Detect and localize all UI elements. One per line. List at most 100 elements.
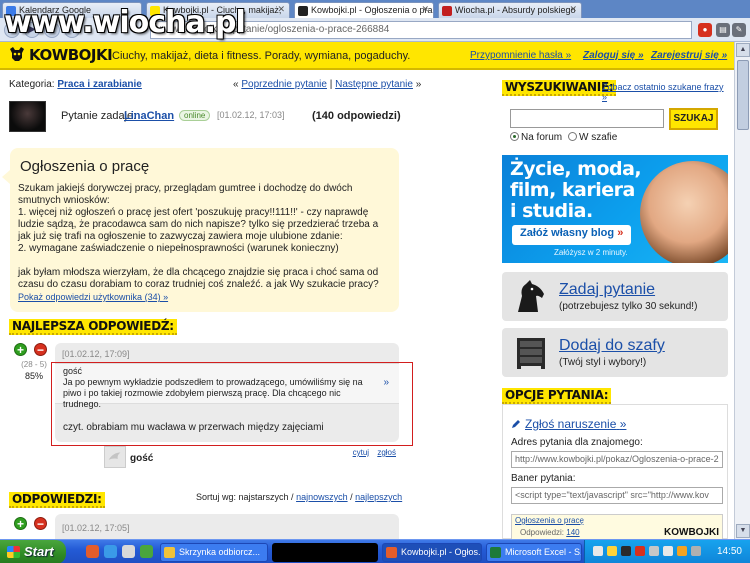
wrench-icon[interactable]: ✎ [732, 23, 746, 37]
browser-tab-question[interactable]: Kowbojki.pl - Ogłoszenia o pra ✕ [294, 2, 434, 18]
adblock-icon[interactable]: ● [698, 23, 712, 37]
taskbar-item-mail[interactable]: Skrzynka odbiorcz... [160, 543, 268, 562]
ask-question-link[interactable]: Zadaj pytanie [559, 281, 655, 299]
tray-icon[interactable] [663, 546, 673, 556]
page-scrollbar[interactable]: ▲ ▼ [734, 42, 750, 539]
task-label: Microsoft Excel - S... [505, 547, 582, 557]
scroll-down-icon[interactable]: ▼ [736, 524, 750, 538]
category-link[interactable]: Praca i zarabianie [57, 79, 142, 90]
question-body: Szukam jakiejś dorywczej pracy, przegląd… [18, 183, 379, 290]
taskbar-item-kowbojki[interactable]: Kowbojki.pl - Ogłos... [382, 543, 482, 562]
browser-tab-wiocha[interactable]: Wiocha.pl - Absurdy polskiego ✕ [438, 2, 582, 18]
start-label: Start [24, 544, 54, 559]
close-icon[interactable]: ✕ [421, 4, 429, 15]
chrome-icon[interactable] [86, 545, 99, 558]
taskbar-item-hidden[interactable] [272, 543, 378, 562]
create-blog-label: Załóż własny blog [520, 227, 615, 239]
vote-up-icon[interactable]: + [14, 343, 27, 356]
sort-options: Sortuj wg: najstarszych / najnowszych / … [196, 492, 402, 502]
sort-newest-link[interactable]: najnowszych [296, 492, 348, 502]
page-menu-icon[interactable]: ▤ [716, 23, 730, 37]
report-link[interactable]: zgłoś [377, 448, 396, 457]
tray-icon[interactable] [593, 546, 603, 556]
ie-icon[interactable] [104, 545, 117, 558]
nav-separator: | [326, 79, 336, 90]
add-to-wardrobe-subtitle: (Twój styl i wybory!) [559, 357, 647, 368]
tray-icon[interactable] [621, 546, 631, 556]
bird-icon [108, 452, 121, 460]
radio-wardrobe[interactable]: W szafie [568, 132, 617, 143]
site-tagline: Ciuchy, makijaż, dieta i fitness. Porady… [112, 50, 411, 62]
ask-question-subtitle: (potrzebujesz tylko 30 sekund!) [559, 301, 698, 312]
horse-icon [518, 280, 544, 312]
question-banner-preview[interactable]: Ogłoszenia o pracę Odpowiedzi: 140 KOWBO… [511, 514, 723, 540]
password-reminder-link[interactable]: Przypomnienie hasła » [470, 50, 571, 61]
close-icon[interactable]: ✕ [569, 4, 577, 15]
task-label: Kowbojki.pl - Ogłos... [401, 547, 482, 557]
vote-down-icon[interactable]: − [34, 517, 47, 530]
friend-url-field[interactable]: http://www.kowbojki.pl/pokaz/Ogloszenia-… [511, 451, 723, 468]
radio-wardrobe-label: W szafie [579, 132, 618, 143]
desktop-icon[interactable] [122, 545, 135, 558]
banner-preview-title[interactable]: Ogłoszenia o pracę [515, 516, 584, 525]
user-answers-link[interactable]: Pokaż odpowiedzi użytkownika (34) » [18, 292, 168, 302]
tray-icon[interactable] [635, 546, 645, 556]
chrome-icon [386, 547, 397, 558]
wiocha-watermark: www.wiocha.pl [4, 5, 246, 40]
blog-ad-banner[interactable]: Życie, moda, film, kariera i studia. Zał… [502, 155, 728, 263]
site-logo[interactable]: KOWBOJKI [8, 46, 113, 64]
scroll-up-icon[interactable]: ▲ [736, 43, 750, 57]
answers-heading-text: ODPOWIEDZI: [9, 492, 105, 508]
cite-link[interactable]: cytuj [353, 448, 369, 457]
add-to-wardrobe-box[interactable]: Dodaj do szafy (Twój styl i wybory!) [502, 328, 728, 377]
start-button[interactable]: Start [0, 540, 66, 563]
report-arrow: » [619, 417, 627, 431]
radio-checked-icon [510, 132, 519, 141]
banner-preview-answers-label: Odpowiedzi: [520, 528, 565, 537]
sort-label: Sortuj wg: najstarszych / [196, 492, 294, 502]
search-input[interactable] [510, 109, 664, 128]
report-violation-link[interactable]: Zgłoś naruszenie » [511, 417, 626, 431]
search-block: WYSZUKIWANIE: Zobacz ostatnio szukane fr… [502, 78, 728, 148]
login-link[interactable]: Zaloguj się » [583, 50, 644, 61]
question-asker: Pytanie zadaje: LinaChan online [01.02.1… [9, 101, 401, 135]
vote-down-icon[interactable]: − [34, 343, 47, 356]
banner-preview-answers-count: 140 [566, 528, 580, 537]
tab-title: Wiocha.pl - Absurdy polskiego [455, 5, 576, 15]
radio-forum[interactable]: Na forum [510, 132, 562, 143]
sort-best-link[interactable]: najlepszych [355, 492, 402, 502]
quicklaunch-icon[interactable] [140, 545, 153, 558]
tray-icon[interactable] [607, 546, 617, 556]
search-heading-text: WYSZUKIWANIE: [502, 80, 617, 96]
recent-searches-link[interactable]: Zobacz ostatnio szukane frazy » [602, 82, 728, 102]
category-breadcrumb: Kategoria: Praca i zarabianie [9, 79, 142, 90]
question-bubble: Ogłoszenia o pracę Szukam jakiejś dorywc… [2, 148, 399, 312]
asker-avatar[interactable] [9, 101, 46, 132]
best-answer-heading: NAJLEPSZA ODPOWIEDŹ: [9, 319, 177, 335]
banner-code-field[interactable]: <script type="text/javascript" src="http… [511, 487, 723, 504]
cow-logo-icon [10, 47, 24, 61]
scroll-thumb[interactable] [737, 60, 749, 130]
task-label: Skrzynka odbiorcz... [179, 547, 261, 557]
answer-date: [01.02.12, 17:09] [62, 349, 130, 359]
search-button[interactable]: SZUKAJ [669, 108, 718, 130]
answer-actions: cytuj zgłoś [347, 448, 396, 457]
register-link[interactable]: Zarejestruj się » [651, 50, 727, 61]
vote-up-icon[interactable]: + [14, 517, 27, 530]
banner-subtext: Załóżysz w 2 minuty. [554, 248, 628, 257]
asker-nick-link[interactable]: LinaChan [124, 110, 174, 122]
volume-icon[interactable] [691, 546, 701, 556]
best-answer-heading-text: NAJLEPSZA ODPOWIEDŹ: [9, 319, 177, 335]
ask-question-box[interactable]: Zadaj pytanie (potrzebujesz tylko 30 sek… [502, 272, 728, 321]
taskbar-item-excel[interactable]: Microsoft Excel - S... [486, 543, 582, 562]
next-question-link[interactable]: Następne pytanie [335, 79, 413, 90]
add-to-wardrobe-link[interactable]: Dodaj do szafy [559, 337, 665, 355]
options-heading: OPCJE PYTANIA: [502, 388, 612, 404]
close-icon[interactable]: ✕ [277, 4, 285, 15]
previous-question-link[interactable]: Poprzednie pytanie [241, 79, 327, 90]
create-blog-button[interactable]: Załóż własny blog » [512, 225, 632, 245]
question-navigation: « Poprzednie pytanie | Następne pytanie … [233, 79, 421, 90]
network-icon[interactable] [649, 546, 659, 556]
tray-icon[interactable] [677, 546, 687, 556]
smiling-woman-image [640, 161, 728, 263]
